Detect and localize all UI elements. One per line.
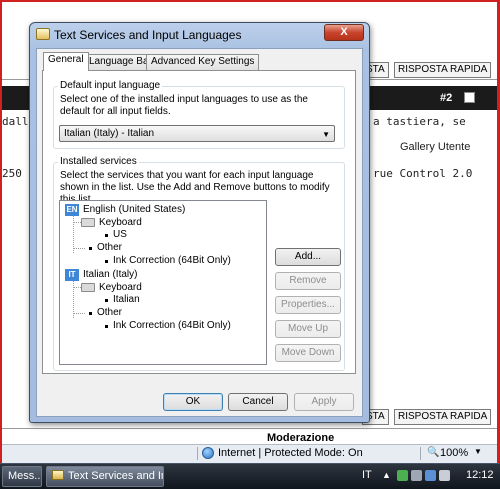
apply-button[interactable]: Apply [294,393,354,411]
add-button[interactable]: Add... [275,248,341,266]
volume-icon[interactable] [439,470,450,481]
taskbar-item-text-services[interactable]: Text Services and In... [46,466,164,487]
tree-keyboard-node[interactable]: Keyboard [99,217,142,228]
taskbar-item-label: Mess... [8,470,42,482]
tree-keyboard-node[interactable]: Keyboard [99,282,142,293]
properties-button[interactable]: Properties... [275,296,341,314]
remove-button[interactable]: Remove [275,272,341,290]
group-label: Installed services [58,156,139,167]
monitor-icon[interactable] [425,470,436,481]
tree-other-item[interactable]: Ink Correction (64Bit Only) [113,255,231,266]
post-select-checkbox[interactable] [464,92,475,103]
tree-connector [73,222,81,223]
zoom-level[interactable]: 100% [440,447,468,459]
post-text-fragment: a tastiera, se [373,115,466,128]
bullet-icon [105,260,108,263]
bullet-icon [89,312,92,315]
user-icon[interactable] [397,470,408,481]
tree-language-english[interactable]: English (United States) [83,204,185,215]
tree-other-item[interactable]: Ink Correction (64Bit Only) [113,320,231,331]
tree-connector [73,287,81,288]
language-badge: EN [65,204,79,216]
chevron-down-icon: ▼ [322,130,330,139]
chevron-up-icon[interactable]: ▲ [382,470,391,480]
group-label: Default input language [58,80,163,91]
tab-advanced-key-settings[interactable]: Advanced Key Settings [146,54,260,70]
cancel-button[interactable]: Cancel [228,393,288,411]
post-text-fragment: rue Control 2.0 [373,167,473,180]
move-down-button[interactable]: Move Down [275,344,341,362]
language-badge: IT [65,269,79,281]
default-language-select[interactable]: Italian (Italy) - Italian ▼ [59,125,335,142]
keyboard-settings-icon [36,28,50,40]
zoom-icon: 🔍 [427,447,440,458]
group-description: Select one of the installed input langua… [60,94,308,117]
network-icon[interactable] [411,470,422,481]
taskbar-item-messenger[interactable]: Mess... [2,466,42,487]
status-separator [197,447,198,460]
tree-keyboard-item[interactable]: Italian [113,294,140,305]
taskbar-item-label: Text Services and In... [68,470,163,482]
tree-other-node[interactable]: Other [97,242,122,253]
tree-connector [73,248,85,249]
move-up-button[interactable]: Move Up [275,320,341,338]
keyboard-icon [81,218,95,227]
chevron-down-icon[interactable]: ▼ [474,447,482,456]
post-number[interactable]: #2 [440,92,452,104]
keyboard-icon [81,283,95,292]
tree-language-italian[interactable]: Italian (Italy) [83,269,137,280]
page-border-top [0,0,500,2]
services-tree[interactable]: EN English (United States) Keyboard US O… [59,200,267,365]
selected-language: Italian (Italy) - Italian [64,128,155,139]
quick-reply-button-bottom[interactable]: RISPOSTA RAPIDA [394,409,492,425]
page-border-left [0,0,2,463]
status-separator [420,447,421,460]
close-button[interactable]: X [324,24,364,41]
bullet-icon [89,247,92,250]
tree-other-node[interactable]: Other [97,307,122,318]
signature-link[interactable]: Gallery Utente [400,141,470,153]
moderation-heading: Moderazione [267,432,335,444]
quick-reply-button-top[interactable]: RISPOSTA RAPIDA [394,62,492,78]
clock[interactable]: 12:12 [466,469,494,481]
bullet-icon [105,234,108,237]
dialog-title: Text Services and Input Languages [54,28,242,42]
bullet-icon [105,325,108,328]
keyboard-settings-icon [52,470,64,480]
bullet-icon [105,299,108,302]
ok-button[interactable]: OK [163,393,223,411]
tree-keyboard-item[interactable]: US [113,229,127,240]
tab-general[interactable]: General [43,52,89,71]
tree-connector [73,313,85,314]
security-zone-text[interactable]: Internet | Protected Mode: On [218,447,363,459]
language-indicator[interactable]: IT [362,469,372,481]
divider [2,428,497,429]
internet-zone-icon [202,447,214,459]
